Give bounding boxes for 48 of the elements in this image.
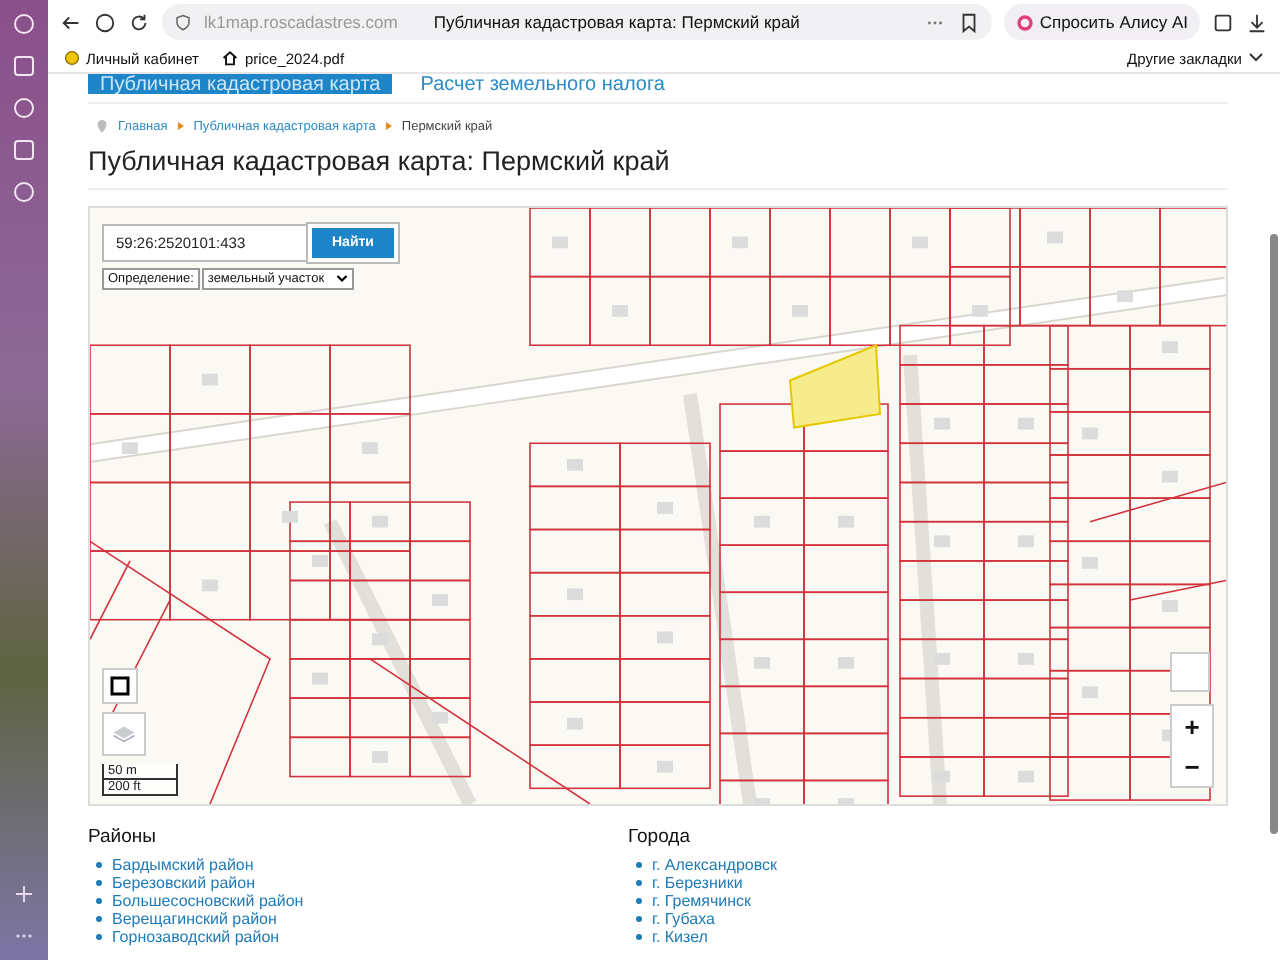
url-text: lk1map.roscadastres.com: [204, 12, 398, 32]
address-bar[interactable]: lk1map.roscadastres.com Публичная кадастровая карта: Пермский край: [162, 4, 992, 40]
reload-icon[interactable]: [128, 11, 150, 33]
nav-tab[interactable]: Публичная кадастровая карта: [88, 74, 393, 94]
select-area-button[interactable]: [102, 668, 138, 704]
bullet-icon: [96, 898, 102, 904]
region-link[interactable]: Верещагинский район: [112, 909, 277, 929]
region-link[interactable]: г. Гремячинск: [652, 891, 752, 911]
breadcrumb-arrow-icon: [177, 122, 184, 130]
nav-tab[interactable]: Расчет земельного налога: [408, 74, 677, 94]
region-link[interactable]: Горнозаводский район: [112, 927, 280, 947]
plus-icon[interactable]: [12, 882, 36, 906]
circle-icon: [64, 50, 80, 66]
map-toggle-button[interactable]: [1170, 652, 1210, 692]
bullet-icon: [96, 880, 102, 886]
ask-alice-button[interactable]: Спросить Алису AI: [1003, 4, 1200, 40]
bullet-icon: [636, 916, 642, 922]
region-link[interactable]: г. Губаха: [652, 909, 715, 929]
list-heading: Города: [628, 826, 692, 848]
scrollbar[interactable]: [1270, 234, 1278, 834]
region-link[interactable]: г. Кизел: [652, 927, 708, 947]
shield-icon: [174, 13, 192, 31]
chevron-icon: [336, 274, 349, 284]
ring-icon: [1015, 13, 1034, 31]
bullet-icon: [636, 898, 642, 904]
bullet-icon: [636, 880, 642, 886]
bullet-icon: [96, 934, 102, 940]
region-link[interactable]: Бардымский район: [112, 855, 254, 875]
download-icon[interactable]: [1246, 11, 1268, 33]
bullet-icon: [96, 862, 102, 868]
region-link[interactable]: г. Березники: [652, 873, 743, 893]
bullet-icon: [636, 934, 642, 940]
bookmark-icon[interactable]: [957, 11, 980, 33]
bullet-icon: [96, 916, 102, 922]
region-link[interactable]: Березовский район: [112, 873, 256, 893]
bullet-icon: [636, 862, 642, 868]
list-heading: Районы: [88, 826, 158, 848]
region-link[interactable]: г. Александровск: [652, 855, 778, 875]
chevron-icon: [1248, 50, 1264, 66]
house-icon: [222, 50, 239, 66]
page-heading: Публичная кадастровая карта: Пермский край: [88, 146, 1228, 190]
breadcrumb-arrow-icon: [385, 122, 392, 130]
pin-icon: [96, 118, 108, 134]
back-icon[interactable]: [60, 11, 82, 33]
page-title: Публичная кадастровая карта: Пермский край: [433, 12, 800, 32]
region-link[interactable]: Большесосновский район: [112, 891, 304, 911]
square-icon: [108, 674, 132, 698]
layers-icon: [112, 722, 136, 746]
